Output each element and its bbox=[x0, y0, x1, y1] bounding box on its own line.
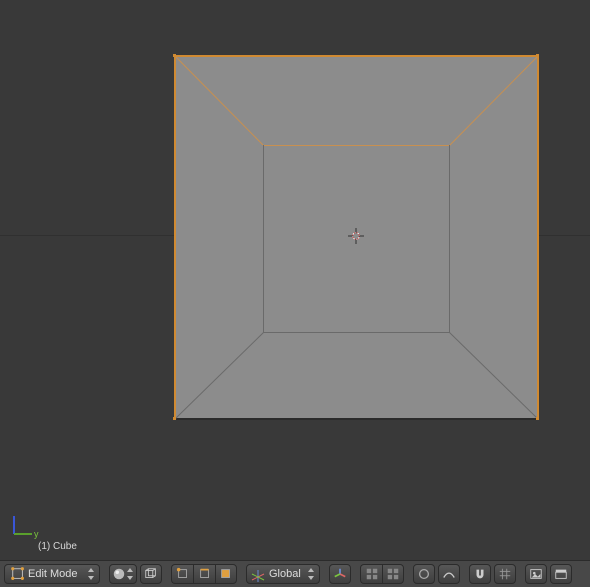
vertex-tl[interactable] bbox=[173, 54, 176, 57]
select-mode-group bbox=[171, 564, 237, 584]
face-icon bbox=[219, 567, 233, 581]
vertex-tr[interactable] bbox=[536, 54, 539, 57]
grid-icon bbox=[386, 567, 400, 581]
edge-top-inner[interactable] bbox=[263, 145, 450, 146]
layer-group bbox=[360, 564, 404, 584]
proportional-edit-dropdown[interactable] bbox=[413, 564, 435, 584]
render-anim-button[interactable] bbox=[550, 564, 572, 584]
header-toolbar: Edit Mode bbox=[0, 560, 590, 587]
magnet-icon bbox=[473, 567, 487, 581]
render-image-button[interactable] bbox=[525, 564, 547, 584]
object-name-label: (1) Cube bbox=[38, 541, 77, 552]
grid-dots-icon bbox=[498, 567, 512, 581]
vertex-bl[interactable] bbox=[173, 417, 176, 420]
mode-dropdown[interactable]: Edit Mode bbox=[4, 564, 100, 584]
edge-right-outer[interactable] bbox=[537, 55, 539, 420]
grid-icon bbox=[365, 567, 379, 581]
mode-label: Edit Mode bbox=[28, 568, 78, 580]
orientation-dropdown[interactable]: Global bbox=[246, 564, 320, 584]
edge-right-inner[interactable] bbox=[449, 145, 450, 333]
viewport-3d[interactable]: y (1) Cube bbox=[0, 0, 590, 560]
edit-mode-icon bbox=[11, 567, 25, 581]
vertex-select-button[interactable] bbox=[171, 564, 193, 584]
edge-left-inner[interactable] bbox=[263, 145, 264, 333]
cube-mesh[interactable] bbox=[174, 55, 539, 420]
render-icon bbox=[529, 567, 543, 581]
edge-icon bbox=[198, 567, 212, 581]
edge-left-outer[interactable] bbox=[174, 55, 176, 420]
sphere-icon bbox=[112, 567, 126, 581]
layer-1-button[interactable] bbox=[360, 564, 382, 584]
snap-toggle-button[interactable] bbox=[469, 564, 491, 584]
edge-select-button[interactable] bbox=[193, 564, 215, 584]
face-select-button[interactable] bbox=[215, 564, 237, 584]
occlude-toggle-button[interactable] bbox=[140, 564, 162, 584]
clapper-icon bbox=[554, 567, 568, 581]
edge-bottom-inner[interactable] bbox=[263, 332, 450, 333]
shading-mode-dropdown[interactable] bbox=[109, 564, 137, 584]
layer-2-button[interactable] bbox=[382, 564, 404, 584]
edge-bottom-outer[interactable] bbox=[174, 418, 539, 420]
vertex-icon bbox=[176, 567, 190, 581]
manipulator-toggle-button[interactable] bbox=[329, 564, 351, 584]
proportional-falloff-dropdown[interactable] bbox=[438, 564, 460, 584]
cube-wire-icon bbox=[144, 567, 158, 581]
chevron-updown-icon bbox=[87, 568, 95, 580]
axis-y-label: y bbox=[34, 529, 39, 539]
snap-element-dropdown[interactable] bbox=[494, 564, 516, 584]
edge-top-outer[interactable] bbox=[174, 55, 539, 57]
axes-icon bbox=[333, 567, 347, 581]
orientation-icon bbox=[250, 568, 266, 584]
chevron-updown-icon bbox=[126, 568, 134, 580]
axis-indicator: y bbox=[10, 510, 40, 540]
chevron-updown-icon bbox=[307, 568, 315, 580]
vertex-br[interactable] bbox=[536, 417, 539, 420]
circle-icon bbox=[417, 567, 431, 581]
falloff-icon bbox=[442, 567, 456, 581]
orientation-label: Global bbox=[269, 568, 301, 580]
